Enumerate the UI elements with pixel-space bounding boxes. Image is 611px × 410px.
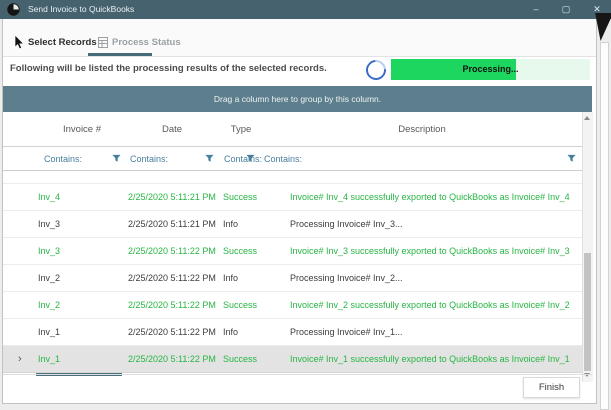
vertical-scrollbar-thumb[interactable]: [584, 253, 591, 371]
screen: Send Invoice to QuickBooks – ▢ ✕ Select …: [0, 0, 611, 410]
window-title: Send Invoice to QuickBooks: [28, 0, 134, 19]
column-header-description[interactable]: Description: [263, 124, 581, 136]
column-header-invoice[interactable]: Invoice #: [39, 124, 125, 136]
table-row[interactable]: Inv_3 2/25/2020 5:11:22 PM Success Invoi…: [3, 238, 582, 265]
cell-type: Info: [223, 211, 263, 238]
scroll-up-arrow-icon[interactable]: [584, 116, 590, 120]
app-icon: [7, 3, 20, 16]
cell-invoice: Inv_2: [38, 265, 123, 292]
status-info-text: Following will be listed the processing …: [10, 63, 327, 74]
cell-description: Invoice# Inv_2 successfully exported to …: [290, 292, 580, 319]
grid-bottom-divider: [3, 374, 592, 375]
cell-date: 2/25/2020 5:11:22 PM: [128, 319, 218, 346]
outer-scrollbar[interactable]: [600, 42, 609, 410]
table-row[interactable]: Inv_1 2/25/2020 5:11:22 PM Info Processi…: [3, 319, 582, 346]
filter-input-invoice[interactable]: Contains:: [44, 153, 82, 165]
cell-invoice: Inv_2: [38, 292, 123, 319]
cell-date: 2/25/2020 5:11:21 PM: [128, 184, 218, 211]
filter-funnel-icon[interactable]: [567, 154, 576, 163]
cell-type: Success: [223, 184, 263, 211]
filter-funnel-icon[interactable]: [205, 154, 214, 163]
filter-funnel-icon[interactable]: [112, 154, 121, 163]
active-tab-underline: [88, 53, 152, 56]
mouse-cursor-icon: [14, 35, 26, 50]
cell-description: Invoice# Inv_3 successfully exported to …: [290, 238, 580, 265]
table-row-selected[interactable]: › Inv_1 2/25/2020 5:11:22 PM Success Inv…: [3, 346, 582, 373]
cell-type: Success: [223, 238, 263, 265]
table-row[interactable]: Inv_2 2/25/2020 5:11:22 PM Success Invoi…: [3, 292, 582, 319]
grid-header-row: Invoice # Date Type Description: [3, 112, 582, 147]
filter-input-type[interactable]: Contains:: [224, 153, 262, 165]
cell-type: Success: [223, 346, 263, 373]
tab-select-records[interactable]: Select Records: [28, 36, 97, 50]
table-row[interactable]: Inv_2 2/25/2020 5:11:22 PM Info Processi…: [3, 265, 582, 292]
cell-invoice: Inv_4: [38, 184, 123, 211]
cell-description: Processing Invoice# Inv_1...: [290, 319, 580, 346]
table-row[interactable]: Inv_4 2/25/2020 5:11:21 PM Success Invoi…: [3, 184, 582, 211]
cell-date: 2/25/2020 5:11:22 PM: [128, 238, 218, 265]
tab-process-status[interactable]: Process Status: [112, 36, 181, 50]
table-row[interactable]: Inv_3 2/25/2020 5:11:21 PM Info Processi…: [3, 211, 582, 238]
cell-invoice: Inv_3: [38, 211, 123, 238]
cell-description: Invoice# Inv_4 successfully exported to …: [290, 184, 580, 211]
filter-input-description[interactable]: Contains:: [264, 153, 302, 165]
cell-date: 2/25/2020 5:11:22 PM: [128, 265, 218, 292]
finish-button[interactable]: Finish: [523, 377, 580, 398]
cell-invoice: Inv_1: [38, 346, 123, 373]
column-header-type[interactable]: Type: [219, 124, 263, 136]
titlebar[interactable]: Send Invoice to QuickBooks – ▢ ✕: [0, 0, 611, 19]
cell-invoice: Inv_3: [38, 238, 123, 265]
minimize-button[interactable]: –: [527, 0, 545, 19]
cell-date: 2/25/2020 5:11:22 PM: [128, 346, 218, 373]
grid-filter-row: Contains: Contains: Contains: Contains:: [3, 147, 582, 171]
filter-input-date[interactable]: Contains:: [130, 153, 168, 165]
cell-type: Info: [223, 265, 263, 292]
column-header-date[interactable]: Date: [125, 124, 219, 136]
cell-date: 2/25/2020 5:11:21 PM: [128, 211, 218, 238]
cell-description: Invoice# Inv_1 successfully exported to …: [290, 346, 580, 373]
cell-type: Info: [223, 319, 263, 346]
expand-row-chevron-icon[interactable]: ›: [18, 346, 28, 373]
cell-date: 2/25/2020 5:11:22 PM: [128, 292, 218, 319]
cell-invoice: Inv_1: [38, 319, 123, 346]
partially-scrolled-row: [3, 171, 582, 184]
maximize-button[interactable]: ▢: [557, 0, 575, 19]
cell-description: Processing Invoice# Inv_3...: [290, 211, 580, 238]
cell-description: Processing Invoice# Inv_2...: [290, 265, 580, 292]
filter-funnel-icon[interactable]: [246, 154, 255, 163]
cell-type: Success: [223, 292, 263, 319]
progress-bar: Processing...: [391, 59, 590, 80]
group-by-drop-zone[interactable]: Drag a column here to group by this colu…: [3, 86, 592, 112]
process-status-icon: [98, 37, 108, 48]
progress-label: Processing...: [391, 59, 590, 80]
